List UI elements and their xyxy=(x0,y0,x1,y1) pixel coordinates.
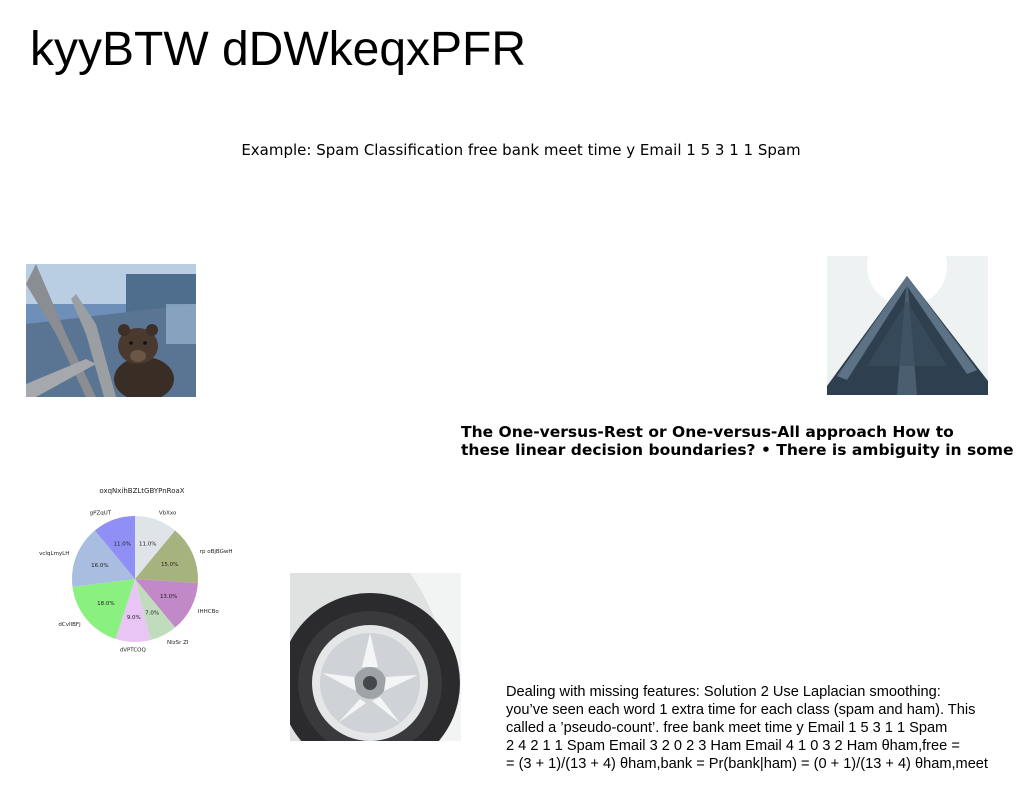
pie-percent-label: 15.0% xyxy=(161,562,178,568)
body-line: 2 4 2 1 1 Spam Email 3 2 0 2 3 Ham Email… xyxy=(506,738,960,754)
subtitle-text: Example: Spam Classification free bank m… xyxy=(241,141,801,159)
pie-slice-label: VbXxo xyxy=(159,511,177,517)
pie-percent-label: 18.0% xyxy=(97,601,114,607)
car-tire-photo xyxy=(290,573,461,741)
pie-slice-label: dVPTCOQ xyxy=(120,648,147,654)
pie-percent-label: 13.0% xyxy=(160,594,177,600)
bold-line: The One-versus-Rest or One-versus-All ap… xyxy=(461,423,954,441)
pie-slice-label: dCvIlBFj xyxy=(58,622,81,628)
body-line: called a ’pseudo-count’. free bank meet … xyxy=(506,720,948,736)
pie-percent-label: 7.0% xyxy=(145,611,159,617)
pie-percent-label: 11.0% xyxy=(139,541,156,547)
bear-photo xyxy=(26,264,196,397)
body-line: Dealing with missing features: Solution … xyxy=(506,684,941,700)
pie-chart: oxqNxihBZLtGBYPnRoaX 11.0% VbXxo 15.0% rp o… xyxy=(30,482,240,672)
pie-slice-label: IHHCBo xyxy=(198,609,220,615)
bold-line: these linear decision boundaries? • Ther… xyxy=(461,441,1014,459)
pie-slice-label: vcIqLmyLH xyxy=(39,551,69,557)
page-title: kyyBTW dDWkeqxPFR xyxy=(30,23,527,76)
body-line: you’ve seen each word 1 extra time for e… xyxy=(506,702,976,718)
chart-title: oxqNxihBZLtGBYPnRoaX xyxy=(99,487,184,495)
pagoda-roof-photo xyxy=(827,256,988,395)
laplacian-smoothing-text: Dealing with missing features: Solution … xyxy=(506,683,1024,773)
pie-slice-label: gPZqUT xyxy=(90,511,112,517)
pie-percent-label: 9.0% xyxy=(127,615,141,621)
pie-slice-label: rp oBjBGwH xyxy=(200,549,233,555)
pie-slice-label: NIzSr ZI xyxy=(167,640,189,646)
body-line: = (3 + 1)/(13 + 4) θham,bank = Pr(bank|h… xyxy=(506,756,988,772)
pie-percent-label: 11.0% xyxy=(113,541,130,547)
ovr-approach-text: The One-versus-Rest or One-versus-All ap… xyxy=(461,423,1024,459)
pie-percent-label: 16.0% xyxy=(91,563,108,569)
